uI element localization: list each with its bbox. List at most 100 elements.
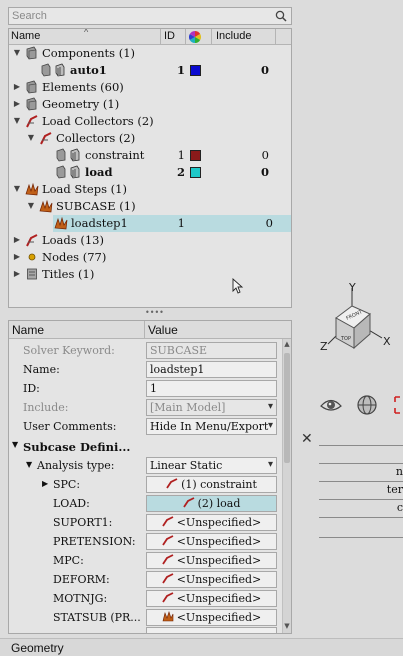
- load-collector-icon: [161, 516, 174, 527]
- tree-label-elements: Elements (60): [42, 80, 124, 94]
- column-id[interactable]: ID: [164, 30, 175, 42]
- prop-label: STATSUB (PR...: [53, 611, 141, 624]
- suport1-selector[interactable]: <Unspecified>: [146, 514, 277, 531]
- visibility-toggle-icon[interactable]: [54, 148, 68, 162]
- id-field[interactable]: 1: [146, 380, 277, 397]
- expand-arrow-icon[interactable]: ▼: [26, 132, 36, 144]
- prop-label: ID:: [23, 382, 40, 395]
- load-collector-icon: [161, 535, 174, 546]
- axis-x-label: X: [383, 335, 391, 348]
- visibility-toggle-icon[interactable]: [39, 63, 53, 77]
- status-bar: Geometry: [0, 638, 403, 656]
- collapse-arrow-icon[interactable]: ▶: [12, 81, 22, 93]
- prop-row-name: Name: loadstep1: [9, 360, 285, 379]
- tree-row-loads[interactable]: ▶ Loads (13): [9, 232, 291, 249]
- expand-arrow-icon[interactable]: ▼: [26, 200, 36, 212]
- motnjg-selector[interactable]: <Unspecified>: [146, 590, 277, 607]
- tree-row-components[interactable]: ▼ Components (1): [9, 45, 291, 62]
- tree-label-subcase: SUBCASE (1): [56, 199, 136, 213]
- collapse-arrow-icon[interactable]: ▶: [12, 234, 22, 246]
- solver-keyword-field: SUBCASE: [146, 342, 277, 359]
- group-label: Subcase Defini...: [23, 440, 131, 454]
- eye-icon[interactable]: [318, 392, 344, 418]
- tree-row-load-collectors[interactable]: ▼ Load Collectors (2): [9, 113, 291, 130]
- load-step-icon: [39, 199, 53, 213]
- column-include[interactable]: Include: [216, 30, 251, 42]
- tree-row-subcase[interactable]: ▼ SUBCASE (1): [9, 198, 291, 215]
- tree-row-constraint[interactable]: constraint 1 0: [9, 147, 291, 164]
- panel-splitter-handle[interactable]: ••••: [145, 309, 164, 317]
- component-folder-icon: [26, 46, 37, 60]
- pretension-selector[interactable]: <Unspecified>: [146, 533, 277, 550]
- id-value: 1: [177, 216, 185, 230]
- tree-row-auto1[interactable]: auto1 1 0: [9, 62, 291, 79]
- prop-group-subcase-definition[interactable]: ▼ Subcase Defini...: [9, 437, 285, 456]
- view-cube[interactable]: FRONT TOP Y X Z: [314, 282, 403, 362]
- svg-text:TOP: TOP: [340, 336, 351, 342]
- prop-label: SUPORT1:: [53, 516, 113, 529]
- property-editor: Name Value Solver Keyword: SUBCASE Name:…: [8, 320, 292, 634]
- tree-row-collectors[interactable]: ▼ Collectors (2): [9, 130, 291, 147]
- expand-arrow-icon[interactable]: ▼: [26, 460, 32, 469]
- include-value: 0: [260, 165, 269, 179]
- prop-label: Include:: [23, 401, 69, 414]
- collapse-arrow-icon[interactable]: ▶: [12, 251, 22, 263]
- scroll-down-icon[interactable]: ▼: [283, 622, 291, 632]
- name-field[interactable]: loadstep1: [146, 361, 277, 378]
- load-collector-icon: [161, 592, 174, 603]
- include-value: 0: [260, 63, 269, 77]
- collapse-arrow-icon[interactable]: ▶: [42, 479, 48, 488]
- column-name[interactable]: Name: [11, 30, 40, 42]
- search-icon[interactable]: [274, 9, 288, 23]
- search-input[interactable]: [9, 8, 271, 24]
- prop-scrollbar[interactable]: ▲ ▼: [282, 339, 291, 633]
- prop-row-suport1: SUPORT1: <Unspecified>: [9, 513, 285, 532]
- color-swatch-blue[interactable]: [190, 65, 201, 76]
- prop-row-pretension: PRETENSION: <Unspecified>: [9, 532, 285, 551]
- tree-row-load[interactable]: load 2 0: [9, 164, 291, 181]
- motnjg-value: <Unspecified>: [176, 592, 262, 605]
- component-icon: [55, 63, 65, 77]
- globe-icon[interactable]: [354, 392, 380, 418]
- box-select-icon[interactable]: [392, 392, 403, 418]
- spc-selector[interactable]: (1) constraint: [146, 476, 277, 493]
- id-value: 1: [177, 148, 185, 162]
- prop-row-user-comments: User Comments: Hide In Menu/Export: [9, 417, 285, 436]
- tree-row-elements[interactable]: ▶ Elements (60): [9, 79, 291, 96]
- load-selector[interactable]: (2) load: [146, 495, 277, 512]
- suport1-value: <Unspecified>: [176, 516, 262, 529]
- analysis-type-dropdown[interactable]: Linear Static: [146, 457, 277, 474]
- deform-selector[interactable]: <Unspecified>: [146, 571, 277, 588]
- prop-label: User Comments:: [23, 420, 117, 433]
- side-table-cell: n: [395, 465, 403, 478]
- visibility-toggle-icon[interactable]: [54, 165, 68, 179]
- tree-row-nodes[interactable]: ▶ Nodes (77): [9, 249, 291, 266]
- tree-row-loadstep1[interactable]: loadstep1 1 0: [53, 215, 291, 232]
- tree-label-loads: Loads (13): [42, 233, 104, 247]
- tree-row-titles[interactable]: ▶ Titles (1): [9, 266, 291, 283]
- user-comments-dropdown[interactable]: Hide In Menu/Export: [146, 418, 277, 435]
- expand-arrow-icon[interactable]: ▼: [12, 440, 18, 449]
- scroll-up-icon[interactable]: ▲: [283, 340, 291, 350]
- tree-row-geometry[interactable]: ▶ Geometry (1): [9, 96, 291, 113]
- collapse-arrow-icon[interactable]: ▶: [12, 98, 22, 110]
- statsub-selector[interactable]: <Unspecified>: [146, 609, 277, 626]
- tree-row-load-steps[interactable]: ▼ Load Steps (1): [9, 181, 291, 198]
- mpc-value: <Unspecified>: [176, 554, 262, 567]
- color-swatch-red[interactable]: [190, 150, 201, 161]
- collapse-arrow-icon[interactable]: ▶: [12, 268, 22, 280]
- expand-arrow-icon[interactable]: ▼: [12, 183, 22, 195]
- mpc-selector[interactable]: <Unspecified>: [146, 552, 277, 569]
- color-swatch-cyan[interactable]: [190, 167, 201, 178]
- tree-label-geometry: Geometry (1): [42, 97, 120, 111]
- color-wheel-icon[interactable]: [189, 31, 201, 43]
- scroll-thumb[interactable]: [284, 353, 290, 463]
- id-value: 2: [176, 165, 185, 179]
- include-value: 0: [265, 216, 273, 230]
- expand-arrow-icon[interactable]: ▼: [12, 47, 22, 59]
- search-box[interactable]: [8, 7, 292, 25]
- load-collector-icon: [40, 132, 52, 145]
- expand-arrow-icon[interactable]: ▼: [12, 115, 22, 127]
- close-icon[interactable]: ✕: [301, 431, 313, 447]
- side-table-cell: ter: [386, 483, 403, 496]
